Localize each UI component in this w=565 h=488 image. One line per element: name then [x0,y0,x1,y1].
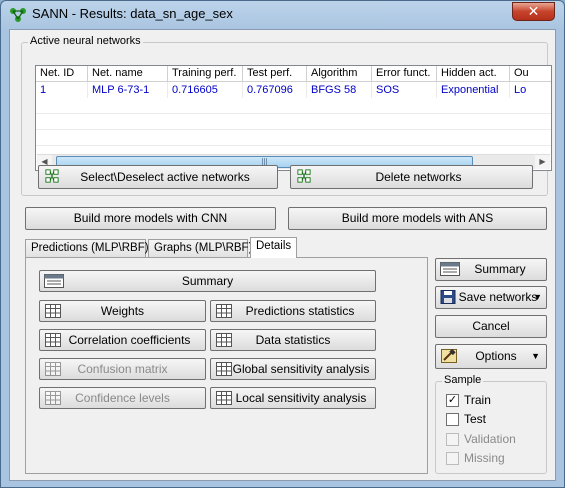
table-icon [216,333,232,347]
summary-icon [44,274,64,288]
data-statistics-button[interactable]: Data statistics [210,329,376,351]
col-header-output-act[interactable]: Ou [510,66,551,82]
build-ans-label: Build more models with ANS [341,211,494,225]
options-hammer-icon [441,349,457,363]
train-checkbox[interactable]: ✓ [446,394,459,407]
local-sensitivity-label: Local sensitivity analysis [235,391,367,405]
weights-label: Weights [100,304,145,318]
predictions-statistics-button[interactable]: Predictions statistics [210,300,376,322]
details-panel: Summary Weights Predictions statistics C… [25,257,428,474]
sann-results-window: SANN - Results: data_sn_age_sex ✕ Active… [0,0,565,488]
col-header-hidden-act[interactable]: Hidden act. [437,66,510,82]
cancel-label: Cancel [472,319,510,333]
cell-algorithm: BFGS 58 [307,82,372,98]
correlation-coefficients-button[interactable]: Correlation coefficients [39,329,206,351]
missing-checkbox[interactable] [446,452,459,465]
sann-app-icon [10,8,26,22]
cell-error-funct: SOS [372,82,437,98]
window-title: SANN - Results: data_sn_age_sex [32,6,233,21]
network-select-icon [45,169,59,183]
table-row[interactable]: 1 MLP 6-73-1 0.716605 0.767096 BFGS 58 S… [36,82,551,98]
global-sensitivity-button[interactable]: Global sensitivity analysis [210,358,376,380]
tab-predictions[interactable]: Predictions (MLP\RBF) [25,239,149,257]
col-header-test-perf[interactable]: Test perf. [243,66,307,82]
sample-group: Sample ✓ Train Test Validation Missing [435,374,547,474]
col-header-net-name[interactable]: Net. name [88,66,168,82]
delete-networks-label: Delete networks [375,170,462,184]
select-deselect-networks-button[interactable]: Select\Deselect active networks [38,165,278,189]
networks-grid[interactable]: Net. ID Net. name Training perf. Test pe… [35,65,552,171]
scroll-right-icon[interactable]: ▶ [535,155,550,169]
delete-networks-button[interactable]: Delete networks [290,165,533,189]
network-delete-icon [297,169,311,183]
table-icon [216,391,232,405]
dialog-client-area: Active neural networks Net. ID Net. name… [9,29,556,481]
validation-checkbox[interactable] [446,433,459,446]
confusion-matrix-label: Confusion matrix [77,362,168,376]
grid-empty-rows [36,98,551,162]
options-button[interactable]: Options ▼ [435,344,547,369]
table-icon [45,391,61,405]
confidence-levels-label: Confidence levels [75,391,170,405]
sample-title: Sample [442,374,484,386]
table-icon [45,304,61,318]
save-networks-label: Save networks [458,290,538,304]
table-icon [216,304,232,318]
predictions-statistics-label: Predictions statistics [245,304,355,318]
correlation-coefficients-label: Correlation coefficients [68,333,191,347]
cell-hidden-act: Exponential [437,82,510,98]
confidence-levels-button[interactable]: Confidence levels [39,387,206,409]
build-cnn-button[interactable]: Build more models with CNN [25,207,276,230]
tab-details[interactable]: Details [250,237,297,258]
save-networks-button[interactable]: Save networks ▼ [435,286,547,309]
missing-label: Missing [464,451,505,465]
validation-label: Validation [464,432,516,446]
col-header-training-perf[interactable]: Training perf. [168,66,243,82]
table-icon [45,362,61,376]
cell-net-name: MLP 6-73-1 [88,82,168,98]
cell-net-id: 1 [36,82,88,98]
train-label: Train [464,393,491,407]
summary-icon [440,262,460,276]
col-header-error-funct[interactable]: Error funct. [372,66,437,82]
cancel-button[interactable]: Cancel [435,315,547,338]
chevron-down-icon: ▼ [531,351,540,361]
col-header-net-id[interactable]: Net. ID [36,66,88,82]
close-button[interactable]: ✕ [512,2,555,21]
summary-label: Summary [474,262,526,276]
select-deselect-label: Select\Deselect active networks [80,170,250,184]
test-label: Test [464,412,487,426]
weights-button[interactable]: Weights [39,300,206,322]
table-icon [216,362,232,376]
options-label: Options [475,349,517,363]
data-statistics-label: Data statistics [255,333,331,347]
active-networks-title: Active neural networks [28,35,143,47]
details-summary-button[interactable]: Summary [39,270,376,292]
build-ans-button[interactable]: Build more models with ANS [288,207,547,230]
close-icon: ✕ [527,3,540,19]
tab-graphs[interactable]: Graphs (MLP\RBF) [148,239,252,257]
cell-test-perf: 0.767096 [243,82,307,98]
cell-training-perf: 0.716605 [168,82,243,98]
global-sensitivity-label: Global sensitivity analysis [232,362,370,376]
cell-output-act: Lo [510,82,551,98]
save-icon [440,290,456,304]
local-sensitivity-button[interactable]: Local sensitivity analysis [210,387,376,409]
details-summary-label: Summary [181,274,234,288]
col-header-algorithm[interactable]: Algorithm [307,66,372,82]
table-icon [45,333,61,347]
chevron-down-icon: ▼ [533,292,542,302]
build-cnn-label: Build more models with CNN [73,211,228,225]
active-networks-group: Active neural networks Net. ID Net. name… [21,35,552,196]
title-bar[interactable]: SANN - Results: data_sn_age_sex ✕ [1,1,564,29]
grid-header: Net. ID Net. name Training perf. Test pe… [36,66,551,82]
test-checkbox[interactable] [446,413,459,426]
confusion-matrix-button[interactable]: Confusion matrix [39,358,206,380]
summary-button[interactable]: Summary [435,258,547,281]
